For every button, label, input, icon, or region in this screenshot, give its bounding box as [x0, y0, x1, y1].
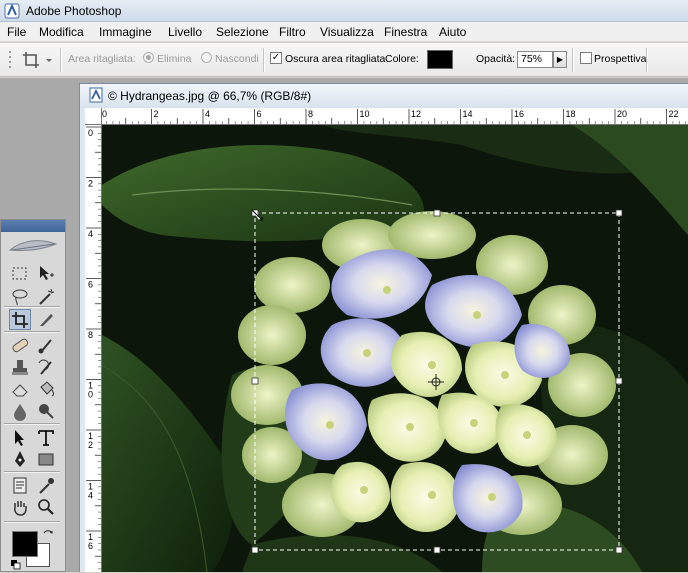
- ruler-label: 6: [88, 280, 93, 290]
- options-grip: [7, 48, 15, 72]
- eraser-tool-icon[interactable]: [9, 379, 31, 400]
- opacity-label: Opacità:: [476, 53, 516, 65]
- dodge-tool-icon[interactable]: [35, 401, 57, 422]
- paint-bucket-tool-icon[interactable]: [35, 379, 57, 400]
- menu-visualizza[interactable]: Visualizza: [320, 25, 374, 39]
- ruler-label: 12: [411, 109, 421, 119]
- toolbox-separator: [4, 306, 60, 308]
- ruler-label: 2: [88, 440, 93, 450]
- ruler-label: 2: [154, 109, 159, 119]
- shield-color-swatch[interactable]: [427, 50, 453, 69]
- clone-stamp-tool-icon[interactable]: [9, 357, 31, 378]
- eyedropper-tool-icon[interactable]: [35, 475, 57, 496]
- ruler-label: 10: [360, 109, 370, 119]
- hide-label: Nascondi: [215, 53, 259, 65]
- hydrangea-photo: [102, 125, 688, 572]
- slice-tool-icon[interactable]: [35, 309, 57, 330]
- separator: [646, 48, 648, 72]
- menu-immagine[interactable]: Immagine: [99, 25, 152, 39]
- ruler-label: 4: [205, 109, 210, 119]
- crop-preset-picker[interactable]: [20, 49, 56, 71]
- hide-radio[interactable]: [201, 52, 212, 63]
- menu-modifica[interactable]: Modifica: [39, 25, 84, 39]
- ruler-label: 8: [88, 330, 93, 340]
- menu-bar: File Modifica Immagine Livello Selezione…: [0, 22, 688, 42]
- move-tool-icon[interactable]: [35, 263, 57, 284]
- healing-brush-tool-icon[interactable]: [9, 335, 31, 356]
- hand-tool-icon[interactable]: [9, 497, 31, 518]
- zoom-tool-icon[interactable]: [35, 497, 57, 518]
- history-brush-tool-icon[interactable]: [35, 357, 57, 378]
- delete-radio[interactable]: [143, 52, 154, 63]
- separator: [60, 48, 62, 72]
- swap-colors-icon[interactable]: [42, 529, 54, 541]
- ruler-label: 6: [88, 541, 93, 551]
- ruler-label: 0: [102, 109, 107, 119]
- document-icon: [88, 87, 104, 103]
- ruler-label: 4: [88, 491, 93, 501]
- ruler-origin[interactable]: [85, 108, 102, 125]
- pen-tool-icon[interactable]: [9, 449, 31, 470]
- ruler-label: 4: [88, 229, 93, 239]
- toolbox-header[interactable]: [1, 220, 65, 232]
- menu-selezione[interactable]: Selezione: [216, 25, 269, 39]
- shape-tool-icon[interactable]: [35, 449, 57, 470]
- app-title: Adobe Photoshop: [26, 4, 122, 18]
- ruler-label: 2: [88, 179, 93, 189]
- area-label: Area ritagliata:: [68, 53, 136, 65]
- ruler-label: 14: [463, 109, 473, 119]
- ruler-label: 22: [669, 109, 679, 119]
- photoshop-app-icon: [4, 3, 20, 19]
- options-bar: Area ritagliata: Elimina Nascondi ✓ Oscu…: [0, 43, 688, 77]
- ruler-label: 8: [308, 109, 313, 119]
- ruler-label: 6: [257, 109, 262, 119]
- perspective-checkbox[interactable]: [580, 52, 592, 64]
- shield-checkbox[interactable]: ✓: [270, 52, 282, 64]
- ruler-label: 0: [88, 128, 93, 138]
- menu-finestra[interactable]: Finestra: [384, 25, 427, 39]
- marquee-tool-icon[interactable]: [9, 263, 31, 284]
- lasso-tool-icon[interactable]: [9, 286, 31, 307]
- ruler-label: 18: [566, 109, 576, 119]
- delete-label: Elimina: [157, 53, 192, 65]
- magic-wand-tool-icon[interactable]: [35, 286, 57, 307]
- blur-tool-icon[interactable]: [9, 401, 31, 422]
- crop-tool-icon[interactable]: [9, 309, 31, 330]
- brush-tool-icon[interactable]: [35, 335, 57, 356]
- feather-logo-icon[interactable]: [6, 234, 60, 256]
- path-selection-tool-icon[interactable]: [9, 427, 31, 448]
- toolbox-separator: [4, 521, 60, 523]
- ruler-label: 0: [88, 390, 93, 400]
- separator: [572, 48, 574, 72]
- document-title: © Hydrangeas.jpg @ 66,7% (RGB/8#): [108, 89, 312, 103]
- ruler-label: 16: [514, 109, 524, 119]
- menu-aiuto[interactable]: Aiuto: [439, 25, 466, 39]
- image-canvas[interactable]: [102, 125, 688, 572]
- type-tool-icon[interactable]: [35, 427, 57, 448]
- ruler-horizontal[interactable]: 0 2 4 6 8 10 12 14 16 18 20 22: [85, 108, 688, 125]
- perspective-label: Prospettiva: [594, 53, 647, 65]
- menu-file[interactable]: File: [7, 25, 26, 39]
- separator: [263, 48, 265, 72]
- notes-tool-icon[interactable]: [9, 475, 31, 496]
- foreground-color-swatch[interactable]: [12, 531, 38, 557]
- color-label: Colore:: [385, 53, 419, 65]
- toolbox-separator: [4, 423, 60, 425]
- shield-label: Oscura area ritagliata: [285, 53, 386, 65]
- ruler-label: 20: [617, 109, 627, 119]
- toolbox-separator: [4, 331, 60, 333]
- default-colors-icon[interactable]: [11, 560, 21, 570]
- opacity-slider-button[interactable]: ▶: [553, 51, 567, 68]
- toolbox-separator: [4, 471, 60, 473]
- ruler-vertical[interactable]: 0246810121416: [85, 125, 102, 572]
- opacity-input[interactable]: 75%: [517, 51, 553, 68]
- menu-filtro[interactable]: Filtro: [279, 25, 306, 39]
- menu-livello[interactable]: Livello: [168, 25, 202, 39]
